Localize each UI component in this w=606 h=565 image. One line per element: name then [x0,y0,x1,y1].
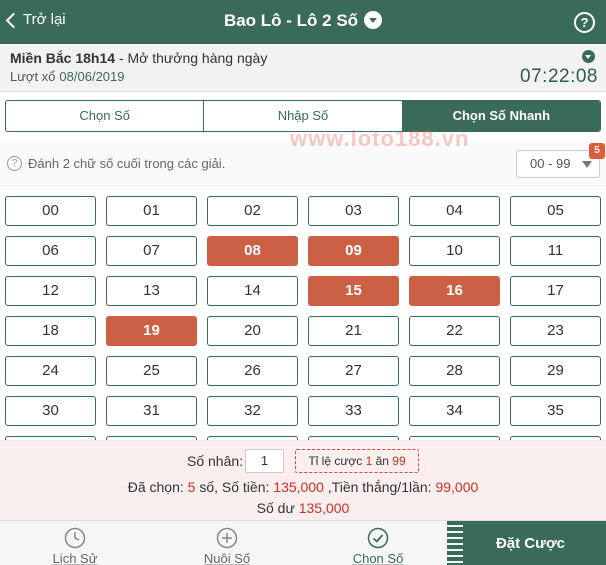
odds-mid: ăn [372,454,393,468]
tab-chon-so[interactable]: Chọn Số [6,101,203,131]
number-grid-scroll[interactable]: 00 01 02 03 04 05 06 07 08 09 10 11 12 13 14 15 16 17 18 19… [0,187,606,440]
number-cell-20[interactable]: 20 [207,316,298,346]
range-select[interactable]: 00 - 99 [516,150,600,178]
nav-raise-label: Nuôi Số [203,551,251,565]
chevron-down-icon [364,11,383,29]
number-cell-03[interactable]: 03 [308,196,399,226]
app-header: Trở lại Bao Lô - Lô 2 Số ? [0,0,606,44]
draw-date: 08/06/2019 [59,69,125,84]
number-cell-14[interactable]: 14 [207,276,298,306]
nav-pick-label: Chọn Số [352,551,404,565]
caret-down-icon [582,161,592,168]
selection-summary: Đã chọn: 5 số, Số tiền: 135,000 ,Tiền th… [0,479,606,495]
number-cell-23[interactable]: 23 [510,316,601,346]
count-badge: 5 [589,143,605,159]
number-cell-06[interactable]: 06 [5,236,96,266]
number-cell-05[interactable]: 05 [510,196,601,226]
number-cell-10[interactable]: 10 [409,236,500,266]
number-cell-27[interactable]: 27 [308,356,399,386]
number-cell-22[interactable]: 22 [409,316,500,346]
draw-info: Lượt xổ 08/06/2019 [10,69,125,84]
range-value: 00 - 99 [530,156,571,171]
multiplier-input[interactable]: 1 [245,449,284,473]
bet-amount: 135,000 [273,479,324,495]
hint-text: Đánh 2 chữ số cuối trong các giải. [28,156,226,171]
watermark: www.loto188.vn [290,126,470,151]
region-name: Miền Bắc 18h14 [10,50,116,66]
page-title-text: Bao Lô - Lô 2 Số [223,11,359,30]
number-cell-15[interactable]: 15 [308,276,399,306]
number-grid: 00 01 02 03 04 05 06 07 08 09 10 11 12 13 14 15 16 17 18 19… [5,196,601,440]
number-cell-33[interactable]: 33 [308,396,399,426]
bet-summary: Số nhân: 1 Tỉ lệ cược 1 ăn 99 Đã chọn: 5… [0,440,606,520]
balance-line: Số dư 135,000 [0,500,606,516]
number-cell-18[interactable]: 18 [5,316,96,346]
number-cell-07[interactable]: 07 [106,236,197,266]
page-title[interactable]: Bao Lô - Lô 2 Số [0,11,606,31]
region-dropdown-icon[interactable] [582,50,595,63]
number-cell-28[interactable]: 28 [409,356,500,386]
number-cell-02[interactable]: 02 [207,196,298,226]
win-label: ,Tiền thắng/1lần: [323,479,436,495]
chosen-label: Đã chọn: [127,479,188,495]
nav-pick[interactable]: Chọn Số [303,521,453,565]
help-icon[interactable]: ? [574,12,595,33]
chosen-unit: số, Số tiền: [195,479,274,495]
number-cell-30[interactable]: 30 [5,396,96,426]
number-cell-17[interactable]: 17 [510,276,601,306]
check-circle-icon [367,527,389,549]
number-cell-31[interactable]: 31 [106,396,197,426]
number-cell-29[interactable]: 29 [510,356,601,386]
number-cell-01[interactable]: 01 [106,196,197,226]
number-cell-34[interactable]: 34 [409,396,500,426]
bottom-nav: Lịch Sử Nuôi Số Chọn Số Đặt Cược [0,520,606,565]
place-bet-button[interactable]: Đặt Cược [447,521,606,565]
number-cell-12[interactable]: 12 [5,276,96,306]
odds-payout: 99 [392,454,406,468]
balance-value: 135,000 [298,500,350,516]
number-cell-21[interactable]: 21 [308,316,399,346]
region-schedule: - Mở thưởng hàng ngày [115,50,268,66]
number-cell-35[interactable]: 35 [510,396,601,426]
number-cell-13[interactable]: 13 [106,276,197,306]
number-cell-08[interactable]: 08 [207,236,298,266]
number-cell-04[interactable]: 04 [409,196,500,226]
number-cell-26[interactable]: 26 [207,356,298,386]
odds-prefix: Tỉ lệ cược [308,454,366,468]
number-cell-25[interactable]: 25 [106,356,197,386]
countdown-timer: 07:22:08 [520,66,598,87]
number-cell-11[interactable]: 11 [510,236,601,266]
win-amount: 99,000 [435,479,479,495]
balance-label: Số dư [256,500,299,516]
draw-label: Lượt xổ [10,69,56,84]
draw-info-bar: Miền Bắc 18h14 - Mở thưởng hàng ngày Lượ… [0,44,606,92]
odds-box: Tỉ lệ cược 1 ăn 99 [295,449,419,473]
number-cell-00[interactable]: 00 [5,196,96,226]
number-cell-24[interactable]: 24 [5,356,96,386]
number-cell-16[interactable]: 16 [409,276,500,306]
region-label: Miền Bắc 18h14 - Mở thưởng hàng ngày [10,50,267,66]
number-cell-19[interactable]: 19 [106,316,197,346]
nav-raise[interactable]: Nuôi Số [152,521,302,565]
number-cell-09[interactable]: 09 [308,236,399,266]
question-icon: ? [7,156,22,171]
number-cell-32[interactable]: 32 [207,396,298,426]
nav-history-label: Lịch Sử [52,551,98,565]
plus-circle-icon [216,527,238,549]
multiplier-label: Số nhân: [187,453,244,469]
nav-history[interactable]: Lịch Sử [0,521,150,565]
clock-icon [64,527,86,549]
